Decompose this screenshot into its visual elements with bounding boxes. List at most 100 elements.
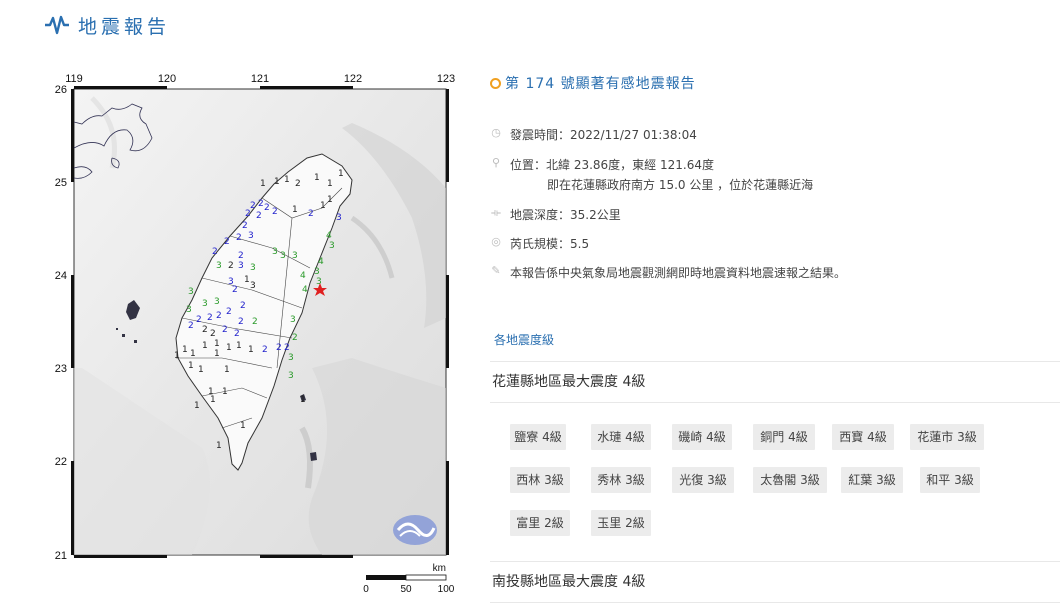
svg-text:1: 1 [260, 179, 266, 189]
svg-text:3: 3 [288, 353, 294, 363]
station-chip[interactable]: 西寶 4級 [832, 424, 894, 450]
svg-text:1: 1 [188, 361, 194, 371]
svg-text:2: 2 [295, 179, 301, 189]
svg-text:2: 2 [236, 233, 242, 243]
svg-text:1: 1 [248, 345, 254, 355]
depth-text: 地震深度：35.2公里 [510, 208, 621, 222]
svg-text:2: 2 [188, 321, 194, 331]
svg-text:2: 2 [242, 221, 248, 231]
station-chip[interactable]: 紅葉 3級 [841, 467, 903, 493]
svg-text:1: 1 [236, 341, 242, 351]
svg-text:1: 1 [240, 421, 246, 431]
intensity-map: 119 120 121 122 123 26 25 24 23 22 21 1 … [52, 68, 462, 596]
svg-text:2: 2 [234, 329, 240, 339]
county-header-hualien[interactable]: 花蓮縣地區最大震度 4級 [490, 361, 1060, 403]
station-chip[interactable]: 太魯閣 3級 [753, 467, 827, 493]
svg-text:1: 1 [300, 395, 306, 405]
note-row: ✎ 本報告係中央氣象局地震觀測網即時地震資料地震速報之結果。 [490, 264, 846, 281]
station-chip[interactable]: 富里 2級 [510, 510, 570, 536]
svg-text:1: 1 [182, 345, 188, 355]
svg-text:2: 2 [202, 325, 208, 335]
scale-tick: 50 [400, 584, 412, 595]
svg-text:2: 2 [256, 211, 262, 221]
svg-text:1: 1 [314, 173, 320, 183]
depth-icon: ⟛ [491, 206, 501, 219]
svg-text:1: 1 [244, 275, 250, 285]
svg-text:3: 3 [250, 263, 256, 273]
station-chip[interactable]: 秀林 3級 [591, 467, 651, 493]
svg-text:3: 3 [272, 247, 278, 257]
station-chip[interactable]: 鹽寮 4級 [510, 424, 566, 450]
svg-text:2: 2 [232, 285, 238, 295]
svg-text:1: 1 [274, 177, 280, 187]
svg-text:2: 2 [224, 237, 230, 247]
svg-text:3: 3 [290, 315, 296, 325]
svg-text:3: 3 [248, 231, 254, 241]
scale-tick: 0 [363, 584, 369, 595]
depth-row: ⟛ 地震深度：35.2公里 [490, 206, 621, 223]
svg-text:1: 1 [216, 441, 222, 451]
svg-text:1: 1 [210, 395, 216, 405]
station-chip[interactable]: 磯崎 4級 [672, 424, 732, 450]
y-tick-label: 22 [55, 456, 67, 468]
svg-text:3: 3 [238, 261, 244, 271]
earthquake-wave-icon [45, 15, 69, 35]
x-tick-label: 121 [251, 73, 269, 85]
y-tick-label: 25 [55, 177, 67, 189]
svg-text:2: 2 [276, 343, 282, 353]
magnitude-row: ◎ 芮氏規模：5.5 [490, 235, 589, 252]
station-chip[interactable]: 花蓮市 3級 [910, 424, 984, 450]
svg-text:4: 4 [302, 285, 308, 295]
origin-time-row: ◷ 發震時間：2022/11/27 01:38:04 [490, 126, 697, 143]
svg-text:3: 3 [186, 305, 192, 315]
station-chip[interactable]: 玉里 2級 [591, 510, 651, 536]
svg-text:2: 2 [252, 317, 258, 327]
svg-text:1: 1 [214, 349, 220, 359]
svg-text:2: 2 [210, 329, 216, 339]
svg-text:3: 3 [214, 297, 220, 307]
svg-text:1: 1 [320, 201, 326, 211]
svg-text:2: 2 [262, 345, 268, 355]
x-tick-label: 119 [65, 73, 83, 85]
svg-text:1: 1 [202, 341, 208, 351]
station-chip[interactable]: 銅門 4級 [753, 424, 815, 450]
svg-text:1: 1 [226, 343, 232, 353]
svg-text:2: 2 [250, 201, 256, 211]
svg-text:1: 1 [194, 401, 200, 411]
svg-text:2: 2 [238, 251, 244, 261]
x-tick-label: 123 [437, 73, 455, 85]
y-tick-label: 24 [55, 270, 67, 282]
intensity-map-svg: 119 120 121 122 123 26 25 24 23 22 21 1 … [55, 73, 455, 595]
report-panel: 第 174 號顯著有感地震報告 ◷ 發震時間：2022/11/27 01:38:… [490, 68, 1060, 603]
svg-text:2: 2 [272, 207, 278, 217]
svg-text:1: 1 [284, 175, 290, 185]
svg-text:1: 1 [338, 169, 344, 179]
cwb-logo-icon [393, 515, 437, 545]
page-header: 地震報告 [44, 10, 170, 40]
svg-text:2: 2 [292, 333, 298, 343]
station-chip[interactable]: 和平 3級 [920, 467, 980, 493]
svg-text:1: 1 [190, 349, 196, 359]
magnitude-icon: ◎ [491, 235, 501, 248]
county-header-nantou[interactable]: 南投縣地區最大震度 4級 [490, 561, 1060, 603]
svg-text:1: 1 [214, 339, 220, 349]
svg-text:3: 3 [188, 287, 194, 297]
svg-text:2: 2 [240, 301, 246, 311]
svg-text:2: 2 [308, 209, 314, 219]
scale-unit: km [433, 563, 446, 574]
report-title-text: 第 174 號顯著有感地震報告 [505, 76, 696, 92]
svg-text:2: 2 [222, 325, 228, 335]
station-chip[interactable]: 西林 3級 [510, 467, 570, 493]
station-chip[interactable]: 水璉 4級 [591, 424, 651, 450]
note-text: 本報告係中央氣象局地震觀測網即時地震資料地震速報之結果。 [510, 266, 847, 280]
svg-text:3: 3 [280, 251, 286, 261]
station-chip[interactable]: 光復 3級 [672, 467, 734, 493]
svg-text:1: 1 [222, 387, 228, 397]
svg-text:1: 1 [327, 195, 333, 205]
circle-icon [490, 77, 501, 89]
y-tick-label: 26 [55, 84, 67, 96]
magnitude-text: 芮氏規模：5.5 [510, 237, 590, 251]
location-sub-text: 即在花蓮縣政府南方 15.0 公里 ，位於花蓮縣近海 [547, 178, 814, 192]
svg-text:2: 2 [264, 203, 270, 213]
svg-text:3: 3 [329, 241, 335, 251]
